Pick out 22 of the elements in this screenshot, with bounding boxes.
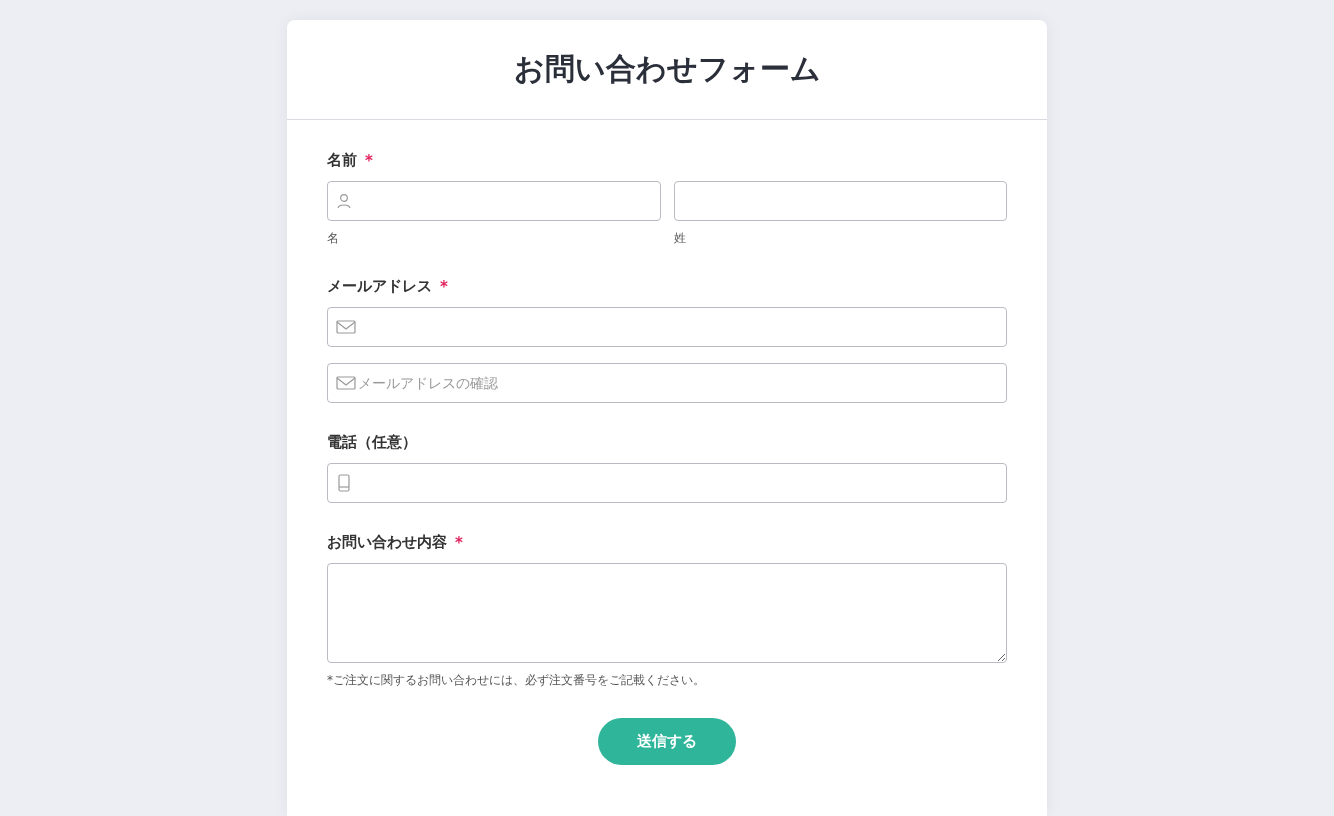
required-mark: *: [455, 533, 463, 552]
field-label: 電話（任意）: [327, 433, 417, 452]
field-label: 名前: [327, 151, 357, 170]
mail-icon: [336, 319, 356, 335]
form-note: *ご注文に関するお問い合わせには、必ず注文番号をご記載ください。: [327, 672, 706, 689]
phone-icon: [336, 474, 352, 492]
mail-input-field[interactable]: メールアドレスの確認: [327, 363, 1007, 403]
field-caption: 名: [327, 230, 340, 247]
form-title: お問い合わせフォーム: [513, 50, 821, 88]
required-mark: *: [440, 277, 448, 296]
person-input-field[interactable]: [327, 181, 661, 221]
required-mark: *: [365, 151, 373, 170]
phone-input-field[interactable]: [327, 463, 1007, 503]
message-textarea[interactable]: [327, 563, 1007, 663]
submit-button[interactable]: 送信する: [598, 718, 736, 765]
mail-input-field[interactable]: [327, 307, 1007, 347]
field-label: お問い合わせ内容: [327, 533, 447, 552]
input-field[interactable]: [673, 181, 1007, 221]
field-caption: 姓: [673, 230, 687, 247]
mail-icon: [336, 375, 356, 391]
person-icon: [336, 192, 352, 210]
field-label: メールアドレス: [327, 277, 432, 296]
